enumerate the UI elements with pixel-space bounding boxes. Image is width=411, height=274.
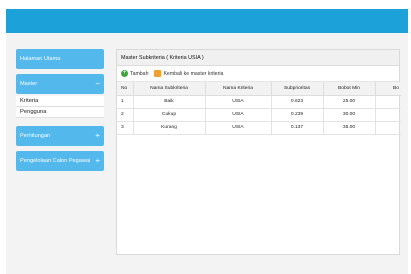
table-cell: 30.00 bbox=[323, 108, 376, 122]
table-cell: 0.623 bbox=[271, 95, 324, 109]
add-button-label: Tambah bbox=[130, 70, 149, 77]
subkriteria-panel: Master Subkriteria ( Kriteria USIA ) + T… bbox=[116, 49, 401, 255]
table-cell: Cukup bbox=[133, 108, 206, 122]
sidebar-item-perhitungan[interactable]: Perhitungan + bbox=[16, 126, 104, 146]
add-button[interactable]: + Tambah bbox=[121, 70, 148, 77]
add-icon: + bbox=[121, 70, 128, 77]
column-header[interactable]: Nama Kriteria bbox=[205, 82, 272, 96]
column-header[interactable]: No bbox=[117, 82, 134, 96]
table-row[interactable]: 3 Kurang USIA 0.137 35.00 bbox=[117, 121, 401, 135]
table-row[interactable]: 1 Baik USIA 0.623 25.00 bbox=[117, 95, 401, 109]
sidebar-item-label: Pengelolaan Calon Pegawai bbox=[20, 158, 91, 164]
subkriteria-table: No Nama Subkriteria Nama Kriteria Subpri… bbox=[117, 82, 401, 135]
back-icon bbox=[154, 70, 162, 77]
column-header[interactable]: Subprioritas bbox=[271, 82, 324, 96]
table-row[interactable]: 2 Cukup USIA 0.239 30.00 bbox=[117, 108, 401, 122]
sidebar-subitem-pengguna[interactable]: Pengguna bbox=[16, 107, 104, 118]
table-container: No Nama Subkriteria Nama Kriteria Subpri… bbox=[117, 82, 401, 135]
app-header-bar bbox=[6, 9, 408, 33]
table-cell: 0.239 bbox=[271, 108, 324, 122]
table-cell: 3 bbox=[117, 121, 134, 135]
sidebar-item-label: Halaman Utama bbox=[20, 56, 61, 62]
sidebar-item-pengelolaan[interactable]: Pengelolaan Calon Pegawai + bbox=[16, 151, 104, 171]
table-cell: USIA bbox=[205, 95, 272, 109]
sidebar-item-label: Master bbox=[20, 81, 38, 87]
sidebar-subitem-kriteria[interactable]: Kriteria bbox=[16, 96, 104, 107]
column-header[interactable]: Bobot Min bbox=[323, 82, 376, 96]
table-cell bbox=[375, 121, 401, 135]
window-frame-top bbox=[0, 0, 411, 9]
panel-title: Master Subkriteria ( Kriteria USIA ) bbox=[117, 50, 399, 66]
table-cell: Kurang bbox=[133, 121, 206, 135]
table-cell bbox=[375, 95, 401, 109]
table-cell: 25.00 bbox=[323, 95, 376, 109]
sidebar: Halaman Utama Master − Kriteria Pengguna… bbox=[16, 49, 104, 176]
sidebar-item-master[interactable]: Master − bbox=[16, 74, 104, 94]
expand-icon[interactable]: + bbox=[95, 151, 100, 171]
table-cell: USIA bbox=[205, 108, 272, 122]
table-cell: 1 bbox=[117, 95, 134, 109]
sidebar-item-halaman-utama[interactable]: Halaman Utama bbox=[16, 49, 104, 69]
table-cell bbox=[375, 108, 401, 122]
table-cell: Baik bbox=[133, 95, 206, 109]
column-header[interactable]: Bo bbox=[375, 82, 401, 96]
sidebar-item-label: Perhitungan bbox=[20, 133, 51, 139]
table-cell: USIA bbox=[205, 121, 272, 135]
toolbar: + Tambah Kembali ke master kriteria bbox=[117, 66, 399, 82]
table-cell: 0.137 bbox=[271, 121, 324, 135]
back-button-label: Kembali ke master kriteria bbox=[163, 70, 224, 77]
table-cell: 35.00 bbox=[323, 121, 376, 135]
column-header[interactable]: Nama Subkriteria bbox=[133, 82, 206, 96]
collapse-icon[interactable]: − bbox=[95, 74, 100, 94]
table-cell: 2 bbox=[117, 108, 134, 122]
expand-icon[interactable]: + bbox=[95, 126, 100, 146]
back-button[interactable]: Kembali ke master kriteria bbox=[154, 70, 223, 77]
table-header-row: No Nama Subkriteria Nama Kriteria Subpri… bbox=[117, 82, 401, 96]
